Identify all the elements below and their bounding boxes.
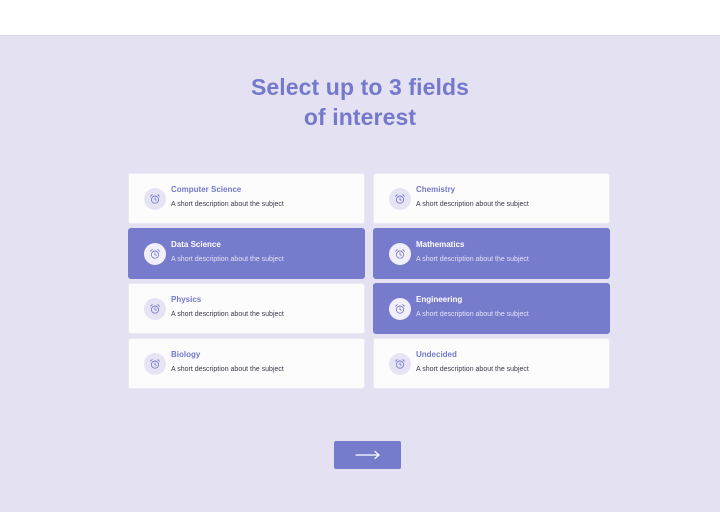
alarm-clock-icon (144, 352, 166, 375)
field-card-undecided[interactable]: Undecided A short description about the … (373, 338, 610, 389)
page-title: Select up to 3 fields of interest (0, 72, 720, 132)
field-card-mathematics[interactable]: Mathematics A short description about th… (373, 228, 610, 279)
page-title-line-1: Select up to 3 fields (250, 74, 470, 100)
alarm-clock-icon (389, 242, 411, 265)
alarm-clock-icon (389, 297, 411, 320)
next-button[interactable] (334, 441, 401, 469)
field-card-physics[interactable]: Physics A short description about the su… (128, 283, 365, 334)
page-title-line-2: of interest (303, 104, 417, 130)
alarm-clock-icon (144, 242, 166, 265)
field-description: A short description about the subject (171, 200, 284, 208)
field-description: A short description about the subject (416, 310, 529, 318)
alarm-clock-icon (144, 297, 166, 320)
field-title: Chemistry (416, 184, 456, 194)
field-card-biology[interactable]: Biology A short description about the su… (128, 338, 365, 389)
field-title: Computer Science (171, 184, 242, 194)
top-bar (0, 0, 720, 36)
field-card-engineering[interactable]: Engineering A short description about th… (373, 283, 610, 334)
field-title: Biology (171, 349, 201, 359)
field-title: Mathematics (416, 239, 465, 249)
field-options-grid: Computer Science A short description abo… (128, 173, 610, 389)
field-card-computer-science[interactable]: Computer Science A short description abo… (128, 173, 365, 224)
field-description: A short description about the subject (171, 365, 284, 373)
alarm-clock-icon (389, 187, 411, 210)
field-title: Physics (171, 294, 202, 304)
field-card-chemistry[interactable]: Chemistry A short description about the … (373, 173, 610, 224)
field-description: A short description about the subject (416, 365, 529, 373)
field-title: Engineering (416, 294, 463, 304)
field-description: A short description about the subject (171, 255, 284, 263)
field-title: Undecided (416, 349, 457, 359)
field-title: Data Science (171, 239, 221, 249)
arrow-right-icon (354, 450, 380, 460)
field-description: A short description about the subject (171, 310, 284, 318)
alarm-clock-icon (144, 187, 166, 210)
field-card-data-science[interactable]: Data Science A short description about t… (128, 228, 365, 279)
alarm-clock-icon (389, 352, 411, 375)
field-description: A short description about the subject (416, 255, 529, 263)
field-description: A short description about the subject (416, 200, 529, 208)
